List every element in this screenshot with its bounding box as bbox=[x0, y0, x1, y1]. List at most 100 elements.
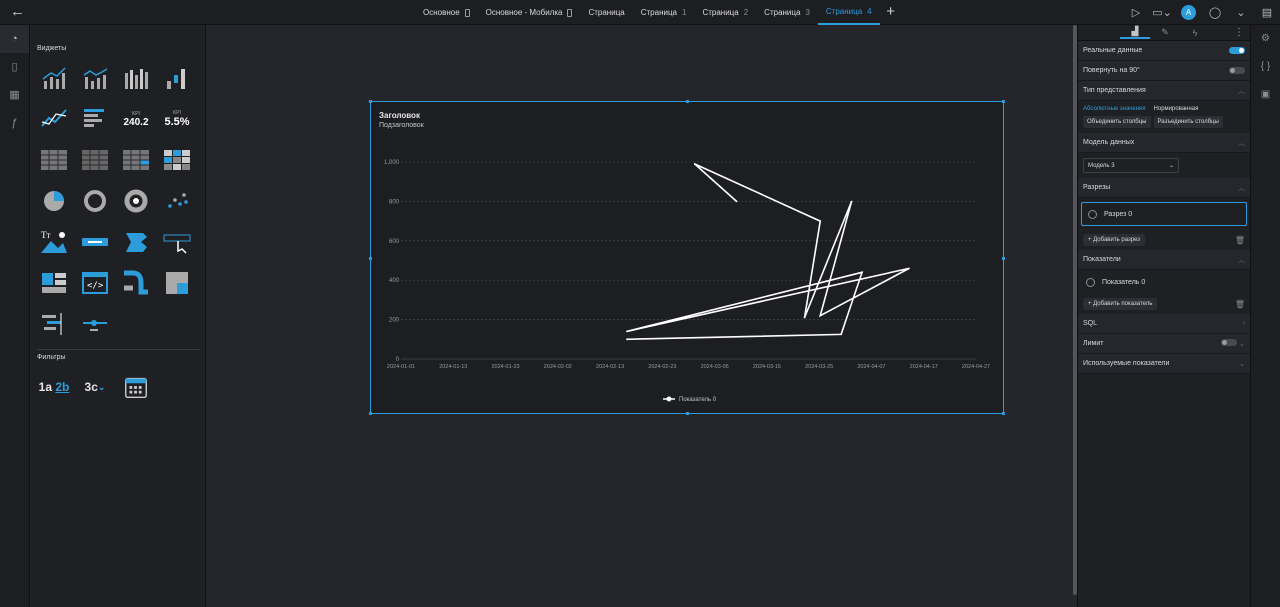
chevron-down-icon: ⌄ bbox=[1168, 163, 1174, 169]
resize-handle[interactable] bbox=[369, 412, 372, 415]
table-widget-icon[interactable] bbox=[37, 143, 71, 177]
x-tick-label: 2024-04-17 bbox=[910, 364, 938, 370]
resize-handle[interactable] bbox=[369, 100, 372, 103]
document-rail-icon[interactable]: ▯ bbox=[0, 53, 29, 81]
metrics-label: Показатели bbox=[1083, 256, 1121, 263]
metrics-header[interactable]: Показатели ︿ bbox=[1078, 250, 1250, 270]
gear-icon[interactable]: ⚙ bbox=[1251, 25, 1280, 53]
tab-label: Страница bbox=[640, 7, 677, 17]
add-slice-button[interactable]: + Добавить разрез bbox=[1083, 234, 1146, 246]
resize-handle[interactable] bbox=[1002, 100, 1005, 103]
tab-page-5[interactable]: Страница 3 bbox=[756, 0, 818, 25]
back-arrow-icon[interactable]: ← bbox=[10, 3, 25, 20]
x-tick-label: 2024-01-01 bbox=[387, 364, 415, 370]
data-point bbox=[803, 316, 806, 319]
chart-settings-tab-icon[interactable]: ▟ bbox=[1120, 26, 1150, 39]
heatmap-table-widget-icon[interactable] bbox=[160, 143, 194, 177]
bar-chart-widget-icon[interactable] bbox=[119, 61, 153, 95]
save-icon[interactable]: ▣ bbox=[1251, 81, 1280, 109]
pie-widget-icon[interactable] bbox=[37, 184, 71, 218]
button-widget-icon[interactable] bbox=[78, 225, 112, 259]
multiselect-filter-icon[interactable]: 1a 2b bbox=[37, 370, 71, 404]
merge-columns-button[interactable]: Объединить столбцы bbox=[1083, 116, 1151, 128]
link-click-widget-icon[interactable] bbox=[160, 225, 194, 259]
data-model-select[interactable]: Модель 3 ⌄ bbox=[1083, 158, 1179, 173]
braces-icon[interactable]: { } bbox=[1251, 53, 1280, 81]
tab-page-0[interactable]: Основное bbox=[415, 0, 478, 25]
dropdown-filter-icon[interactable]: 3c ⌄ bbox=[78, 370, 112, 404]
gantt-widget-icon[interactable] bbox=[37, 307, 71, 341]
resize-handle[interactable] bbox=[686, 100, 689, 103]
slice-item[interactable]: Разрез 0 bbox=[1081, 202, 1247, 226]
rotate-toggle[interactable] bbox=[1229, 67, 1245, 74]
waterfall-widget-icon[interactable] bbox=[160, 61, 194, 95]
line-bar-chart-widget-icon[interactable] bbox=[37, 61, 71, 95]
slices-header[interactable]: Разрезы ︿ bbox=[1078, 178, 1250, 198]
sql-row[interactable]: SQL › bbox=[1078, 314, 1250, 334]
x-tick-label: 2024-03-25 bbox=[805, 364, 833, 370]
logo-widget-icon[interactable] bbox=[119, 225, 153, 259]
play-icon[interactable]: ▷ bbox=[1123, 6, 1149, 19]
events-tab-icon[interactable]: ϟ bbox=[1180, 28, 1210, 38]
widgets-panel: Виджеты KPI 240.2 KPI 5.5% Tт </> Фильтр… bbox=[31, 25, 206, 607]
scatter-widget-icon[interactable] bbox=[160, 184, 194, 218]
limit-label: Лимит bbox=[1083, 340, 1104, 347]
tab-page-4[interactable]: Страница 2 bbox=[694, 0, 756, 25]
kpi-widget-icon[interactable]: KPI 240.2 bbox=[119, 102, 153, 136]
device-preview-icon[interactable]: ▭⌄ bbox=[1149, 6, 1175, 19]
trash-icon[interactable]: 🗑 bbox=[1235, 300, 1245, 309]
resize-handle[interactable] bbox=[1002, 257, 1005, 260]
used-metrics-row[interactable]: Используемые показатели ⌄ bbox=[1078, 354, 1250, 374]
tab-page-2[interactable]: Страница bbox=[580, 0, 632, 25]
data-model-header[interactable]: Модель данных ︿ bbox=[1078, 133, 1250, 153]
tab-page-6[interactable]: Страница 4 bbox=[817, 0, 880, 25]
normalized-option[interactable]: Нормированная bbox=[1154, 106, 1199, 112]
stacked-bar-widget-icon[interactable] bbox=[78, 61, 112, 95]
function-rail-icon[interactable]: ƒ bbox=[0, 109, 29, 137]
donut-widget-icon[interactable] bbox=[78, 184, 112, 218]
tab-page-3[interactable]: Страница 1 bbox=[633, 0, 695, 25]
resize-handle[interactable] bbox=[369, 257, 372, 260]
sankey-widget-icon[interactable] bbox=[119, 266, 153, 300]
avatar[interactable]: A bbox=[1181, 5, 1196, 20]
puzzle-widget-icon[interactable] bbox=[160, 266, 194, 300]
tab-number: 4 bbox=[867, 6, 872, 16]
add-tab-button[interactable]: + bbox=[880, 0, 902, 25]
slider-widget-icon[interactable] bbox=[78, 307, 112, 341]
trash-icon[interactable]: 🗑 bbox=[1235, 236, 1245, 245]
grid-rail-icon[interactable]: ▦ bbox=[0, 81, 29, 109]
metric-item[interactable]: Показатель 0 bbox=[1078, 270, 1250, 294]
tab-number: 1 bbox=[682, 7, 687, 17]
tab-page-1[interactable]: Основное - Мобилка bbox=[478, 0, 581, 25]
chevron-right-icon: › bbox=[1242, 320, 1245, 327]
widgets-title: Виджеты bbox=[37, 45, 67, 52]
add-metric-button[interactable]: + Добавить показатель bbox=[1083, 298, 1158, 310]
x-tick-label: 2024-03-05 bbox=[701, 364, 729, 370]
resize-handle[interactable] bbox=[686, 412, 689, 415]
chevron-down-icon[interactable]: ⌄ bbox=[1228, 6, 1254, 19]
real-data-toggle[interactable] bbox=[1229, 47, 1245, 54]
resize-handle[interactable] bbox=[1002, 412, 1005, 415]
table-highlight-widget-icon[interactable] bbox=[119, 143, 153, 177]
calendar-filter-icon[interactable] bbox=[119, 370, 153, 404]
pivot-table-widget-icon[interactable] bbox=[78, 143, 112, 177]
rotate-label: Повернуть на 90° bbox=[1083, 67, 1140, 74]
absolute-option[interactable]: Абсолютные значения bbox=[1083, 106, 1146, 112]
widgets-rail-icon[interactable]: ◔ bbox=[0, 25, 29, 53]
code-widget-icon[interactable]: </> bbox=[78, 266, 112, 300]
horizontal-bar-widget-icon[interactable] bbox=[78, 102, 112, 136]
ring-widget-icon[interactable] bbox=[119, 184, 153, 218]
dashboard-layout-widget-icon[interactable] bbox=[37, 266, 71, 300]
multi-line-widget-icon[interactable] bbox=[37, 102, 71, 136]
more-icon[interactable]: ⋮ bbox=[1234, 27, 1244, 38]
view-type-header[interactable]: Тип представления ︿ bbox=[1078, 81, 1250, 101]
chart-widget[interactable]: 0 200 400 600 800 1,000 2024-01-01 2024-01-13 20… bbox=[369, 100, 1005, 415]
style-tab-icon[interactable]: ✎ bbox=[1150, 27, 1180, 38]
text-image-widget-icon[interactable]: Tт bbox=[37, 225, 71, 259]
window-icon[interactable]: ▤ bbox=[1254, 6, 1280, 19]
slice-label: Разрез 0 bbox=[1104, 210, 1133, 218]
kpi-percent-widget-icon[interactable]: KPI 5.5% bbox=[160, 102, 194, 136]
limit-toggle[interactable] bbox=[1221, 339, 1238, 346]
comment-icon[interactable]: ◯ bbox=[1202, 6, 1228, 19]
split-columns-button[interactable]: Разъединить столбцы bbox=[1153, 116, 1223, 128]
